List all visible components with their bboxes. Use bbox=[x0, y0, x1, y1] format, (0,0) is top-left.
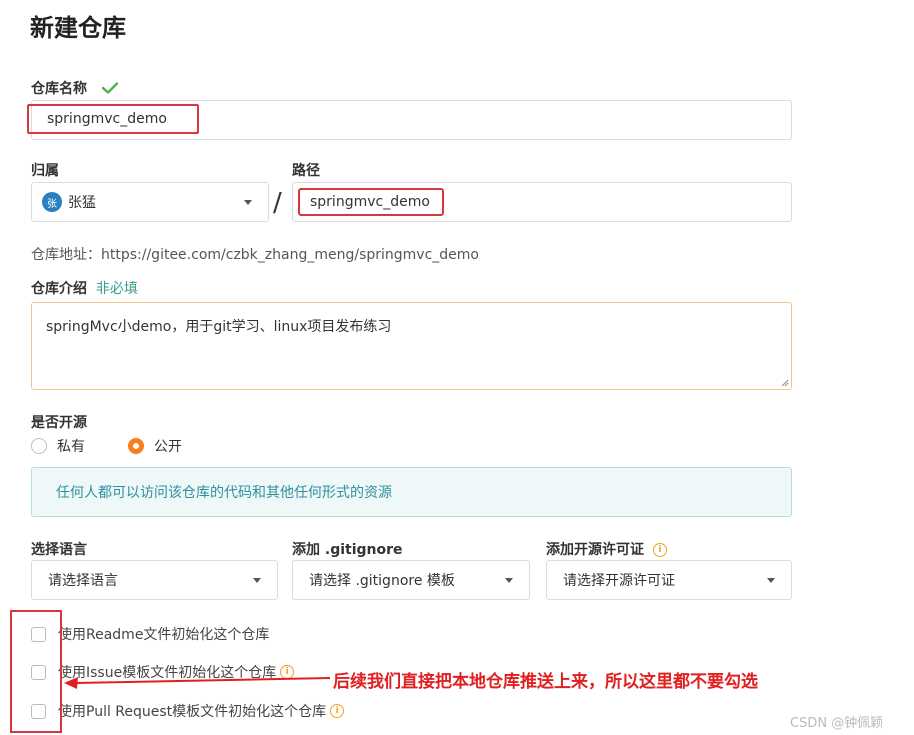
owner-value: 张猛 bbox=[68, 195, 96, 211]
path-input[interactable]: springmvc_demo bbox=[298, 188, 444, 216]
visibility-label: 是否开源 bbox=[31, 415, 87, 431]
owner-select[interactable]: 张 张猛 bbox=[31, 182, 269, 222]
chevron-down-icon bbox=[244, 199, 252, 205]
language-select[interactable]: 请选择语言 bbox=[31, 560, 278, 600]
intro-textarea[interactable]: springMvc小demo，用于git学习、linux项目发布练习 bbox=[31, 302, 792, 390]
init-readme-option[interactable]: 使用Readme文件初始化这个仓库 bbox=[31, 624, 269, 644]
license-label: 添加开源许可证 i bbox=[546, 539, 667, 559]
intro-label: 仓库介绍 非必填 bbox=[31, 281, 138, 297]
path-label: 路径 bbox=[292, 163, 320, 179]
annotation-text: 后续我们直接把本地仓库推送上来，所以这里都不要勾选 bbox=[333, 672, 758, 692]
intro-optional: 非必填 bbox=[95, 281, 138, 297]
path-separator: / bbox=[273, 188, 282, 218]
visibility-notice: 任何人都可以访问该仓库的代码和其他任何形式的资源 bbox=[31, 467, 792, 517]
chevron-down-icon bbox=[767, 577, 775, 583]
page-title: 新建仓库 bbox=[30, 14, 126, 42]
chevron-down-icon bbox=[505, 577, 513, 583]
gitignore-select[interactable]: 请选择 .gitignore 模板 bbox=[292, 560, 530, 600]
radio-private[interactable]: 私有 bbox=[31, 436, 85, 456]
radio-public-circle[interactable] bbox=[128, 438, 144, 454]
avatar: 张 bbox=[42, 192, 62, 212]
license-select[interactable]: 请选择开源许可证 bbox=[546, 560, 792, 600]
radio-private-circle[interactable] bbox=[31, 438, 47, 454]
owner-label: 归属 bbox=[31, 163, 59, 179]
chevron-down-icon bbox=[253, 577, 261, 583]
watermark: CSDN @钟佩颖 bbox=[790, 716, 884, 731]
repo-name-label: 仓库名称 bbox=[31, 78, 119, 98]
language-label: 选择语言 bbox=[31, 542, 87, 558]
checkbox-highlight-box bbox=[10, 610, 62, 733]
check-icon bbox=[101, 82, 119, 94]
annotation-arrow-icon bbox=[64, 677, 331, 689]
radio-public[interactable]: 公开 bbox=[128, 436, 182, 456]
info-icon: i bbox=[652, 543, 667, 557]
repo-name-input[interactable]: springmvc_demo bbox=[27, 104, 199, 134]
gitignore-label: 添加 .gitignore bbox=[292, 542, 403, 558]
init-pr-option[interactable]: 使用Pull Request模板文件初始化这个仓库 i bbox=[31, 701, 345, 721]
info-icon: i bbox=[330, 704, 345, 718]
repo-url: 仓库地址：https://gitee.com/czbk_zhang_meng/s… bbox=[31, 247, 479, 263]
resize-handle-icon[interactable] bbox=[779, 377, 789, 387]
